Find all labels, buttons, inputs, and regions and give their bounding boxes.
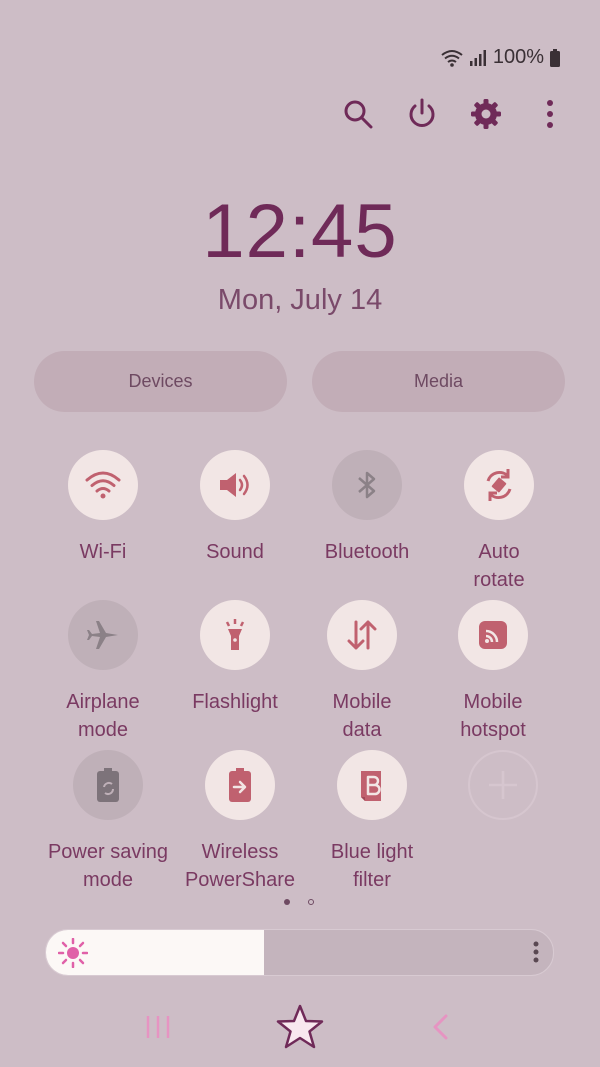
tile-mobile-hotspot[interactable]: Mobile hotspot <box>418 600 568 744</box>
airplane-icon[interactable] <box>68 600 138 670</box>
home-star-icon[interactable] <box>270 1002 330 1052</box>
flashlight-icon[interactable] <box>200 600 270 670</box>
signal-icon <box>469 49 487 67</box>
tile-label: Mobile hotspot <box>460 691 526 741</box>
page-dot[interactable] <box>308 899 314 905</box>
page-dot-active[interactable] <box>284 899 290 905</box>
tile-label: Blue light filter <box>330 841 414 891</box>
tile-label: Wi-Fi <box>79 541 127 563</box>
search-icon[interactable] <box>338 94 378 134</box>
battery-icon <box>550 48 560 67</box>
back-icon[interactable] <box>418 1002 462 1052</box>
battery-saver-icon[interactable] <box>73 750 143 820</box>
tile-label: Airplane mode <box>66 691 140 741</box>
status-bar: 100% <box>441 46 560 69</box>
tile-label: Mobile data <box>332 691 392 741</box>
tile-wifi[interactable]: Wi-Fi <box>28 450 178 566</box>
tile-sound[interactable]: Sound <box>160 450 310 566</box>
tile-airplane-mode[interactable]: Airplane mode <box>28 600 178 744</box>
brightness-more-icon[interactable] <box>533 941 539 968</box>
navigation-bar <box>0 1002 600 1052</box>
quick-panel-toolbar <box>338 94 570 134</box>
tile-add[interactable] <box>428 750 578 820</box>
tile-label: Sound <box>206 541 264 563</box>
auto-rotate-icon[interactable] <box>464 450 534 520</box>
powershare-icon[interactable] <box>205 750 275 820</box>
devices-button[interactable]: Devices <box>34 351 287 412</box>
clock-date[interactable]: Mon, July 14 <box>0 284 600 317</box>
tile-blue-light-filter[interactable]: Blue light filter <box>297 750 447 894</box>
clock-time[interactable]: 12:45 <box>0 188 600 275</box>
bluetooth-icon[interactable] <box>332 450 402 520</box>
hotspot-icon[interactable] <box>458 600 528 670</box>
tile-label: Auto rotate <box>473 541 525 591</box>
mobile-data-icon[interactable] <box>327 600 397 670</box>
add-icon[interactable] <box>468 750 538 820</box>
blue-light-icon[interactable] <box>337 750 407 820</box>
tile-label: Bluetooth <box>324 541 410 563</box>
tile-power-saving[interactable]: Power saving mode <box>33 750 183 894</box>
tile-label: Wireless PowerShare <box>184 841 296 891</box>
more-icon[interactable] <box>530 94 570 134</box>
sun-icon <box>57 937 89 973</box>
sound-icon[interactable] <box>200 450 270 520</box>
tile-bluetooth[interactable]: Bluetooth <box>292 450 442 566</box>
power-icon[interactable] <box>402 94 442 134</box>
wifi-status-icon <box>441 49 463 67</box>
gear-icon[interactable] <box>466 94 506 134</box>
tile-mobile-data[interactable]: Mobile data <box>287 600 437 744</box>
recents-icon[interactable] <box>132 1002 184 1052</box>
brightness-slider[interactable] <box>45 929 554 976</box>
tile-label: Power saving mode <box>47 841 169 891</box>
tile-wireless-powershare[interactable]: Wireless PowerShare <box>165 750 315 894</box>
page-indicator <box>284 899 314 905</box>
wifi-icon[interactable] <box>68 450 138 520</box>
media-button[interactable]: Media <box>312 351 565 412</box>
tile-auto-rotate[interactable]: Auto rotate <box>424 450 574 594</box>
tile-label: Flashlight <box>192 691 278 713</box>
battery-percent: 100% <box>492 46 544 68</box>
